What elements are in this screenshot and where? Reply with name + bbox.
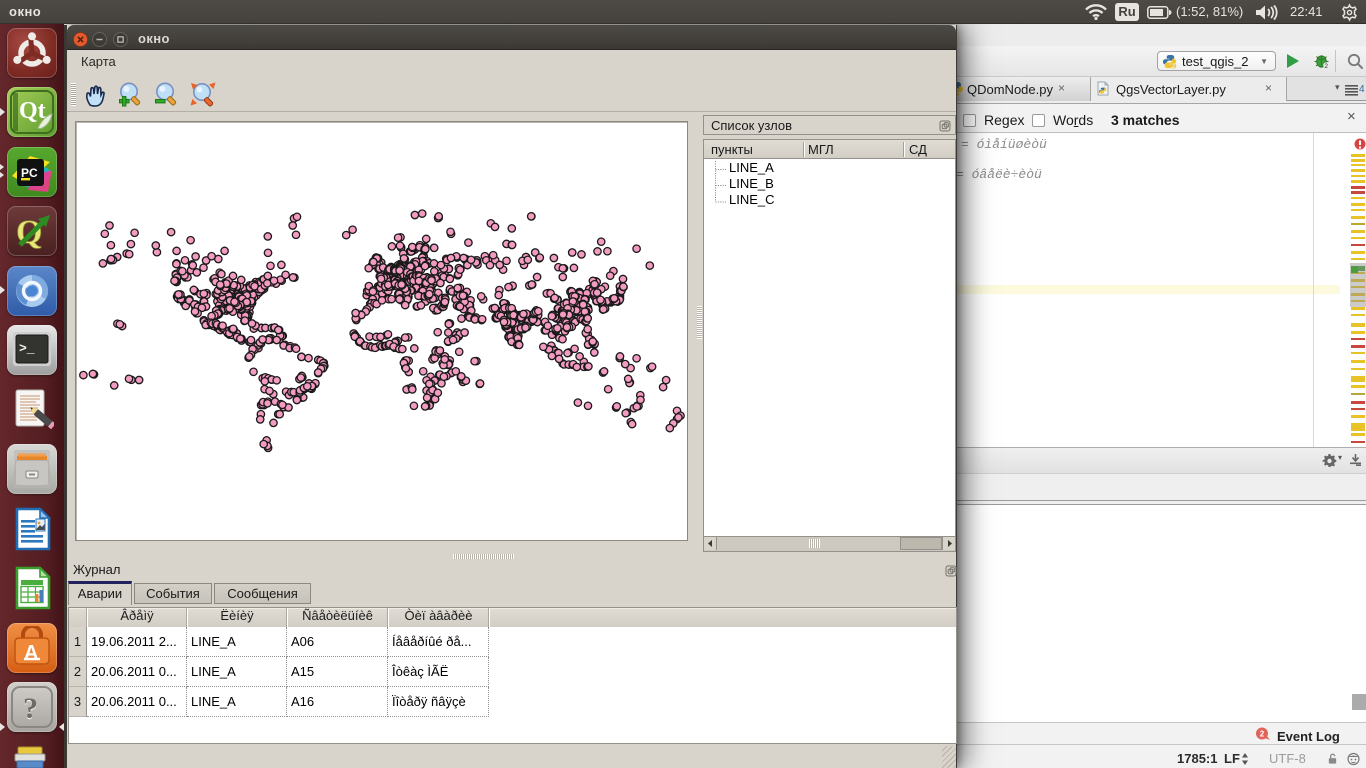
svg-text:?: ? xyxy=(23,692,38,725)
svg-text:2: 2 xyxy=(1324,63,1328,69)
svg-text:2: 2 xyxy=(1260,729,1265,738)
svg-text:A: A xyxy=(24,642,38,664)
svg-text:PC: PC xyxy=(21,166,38,180)
svg-text:Qt: Qt xyxy=(19,98,46,124)
svg-text:>_: >_ xyxy=(19,341,35,356)
